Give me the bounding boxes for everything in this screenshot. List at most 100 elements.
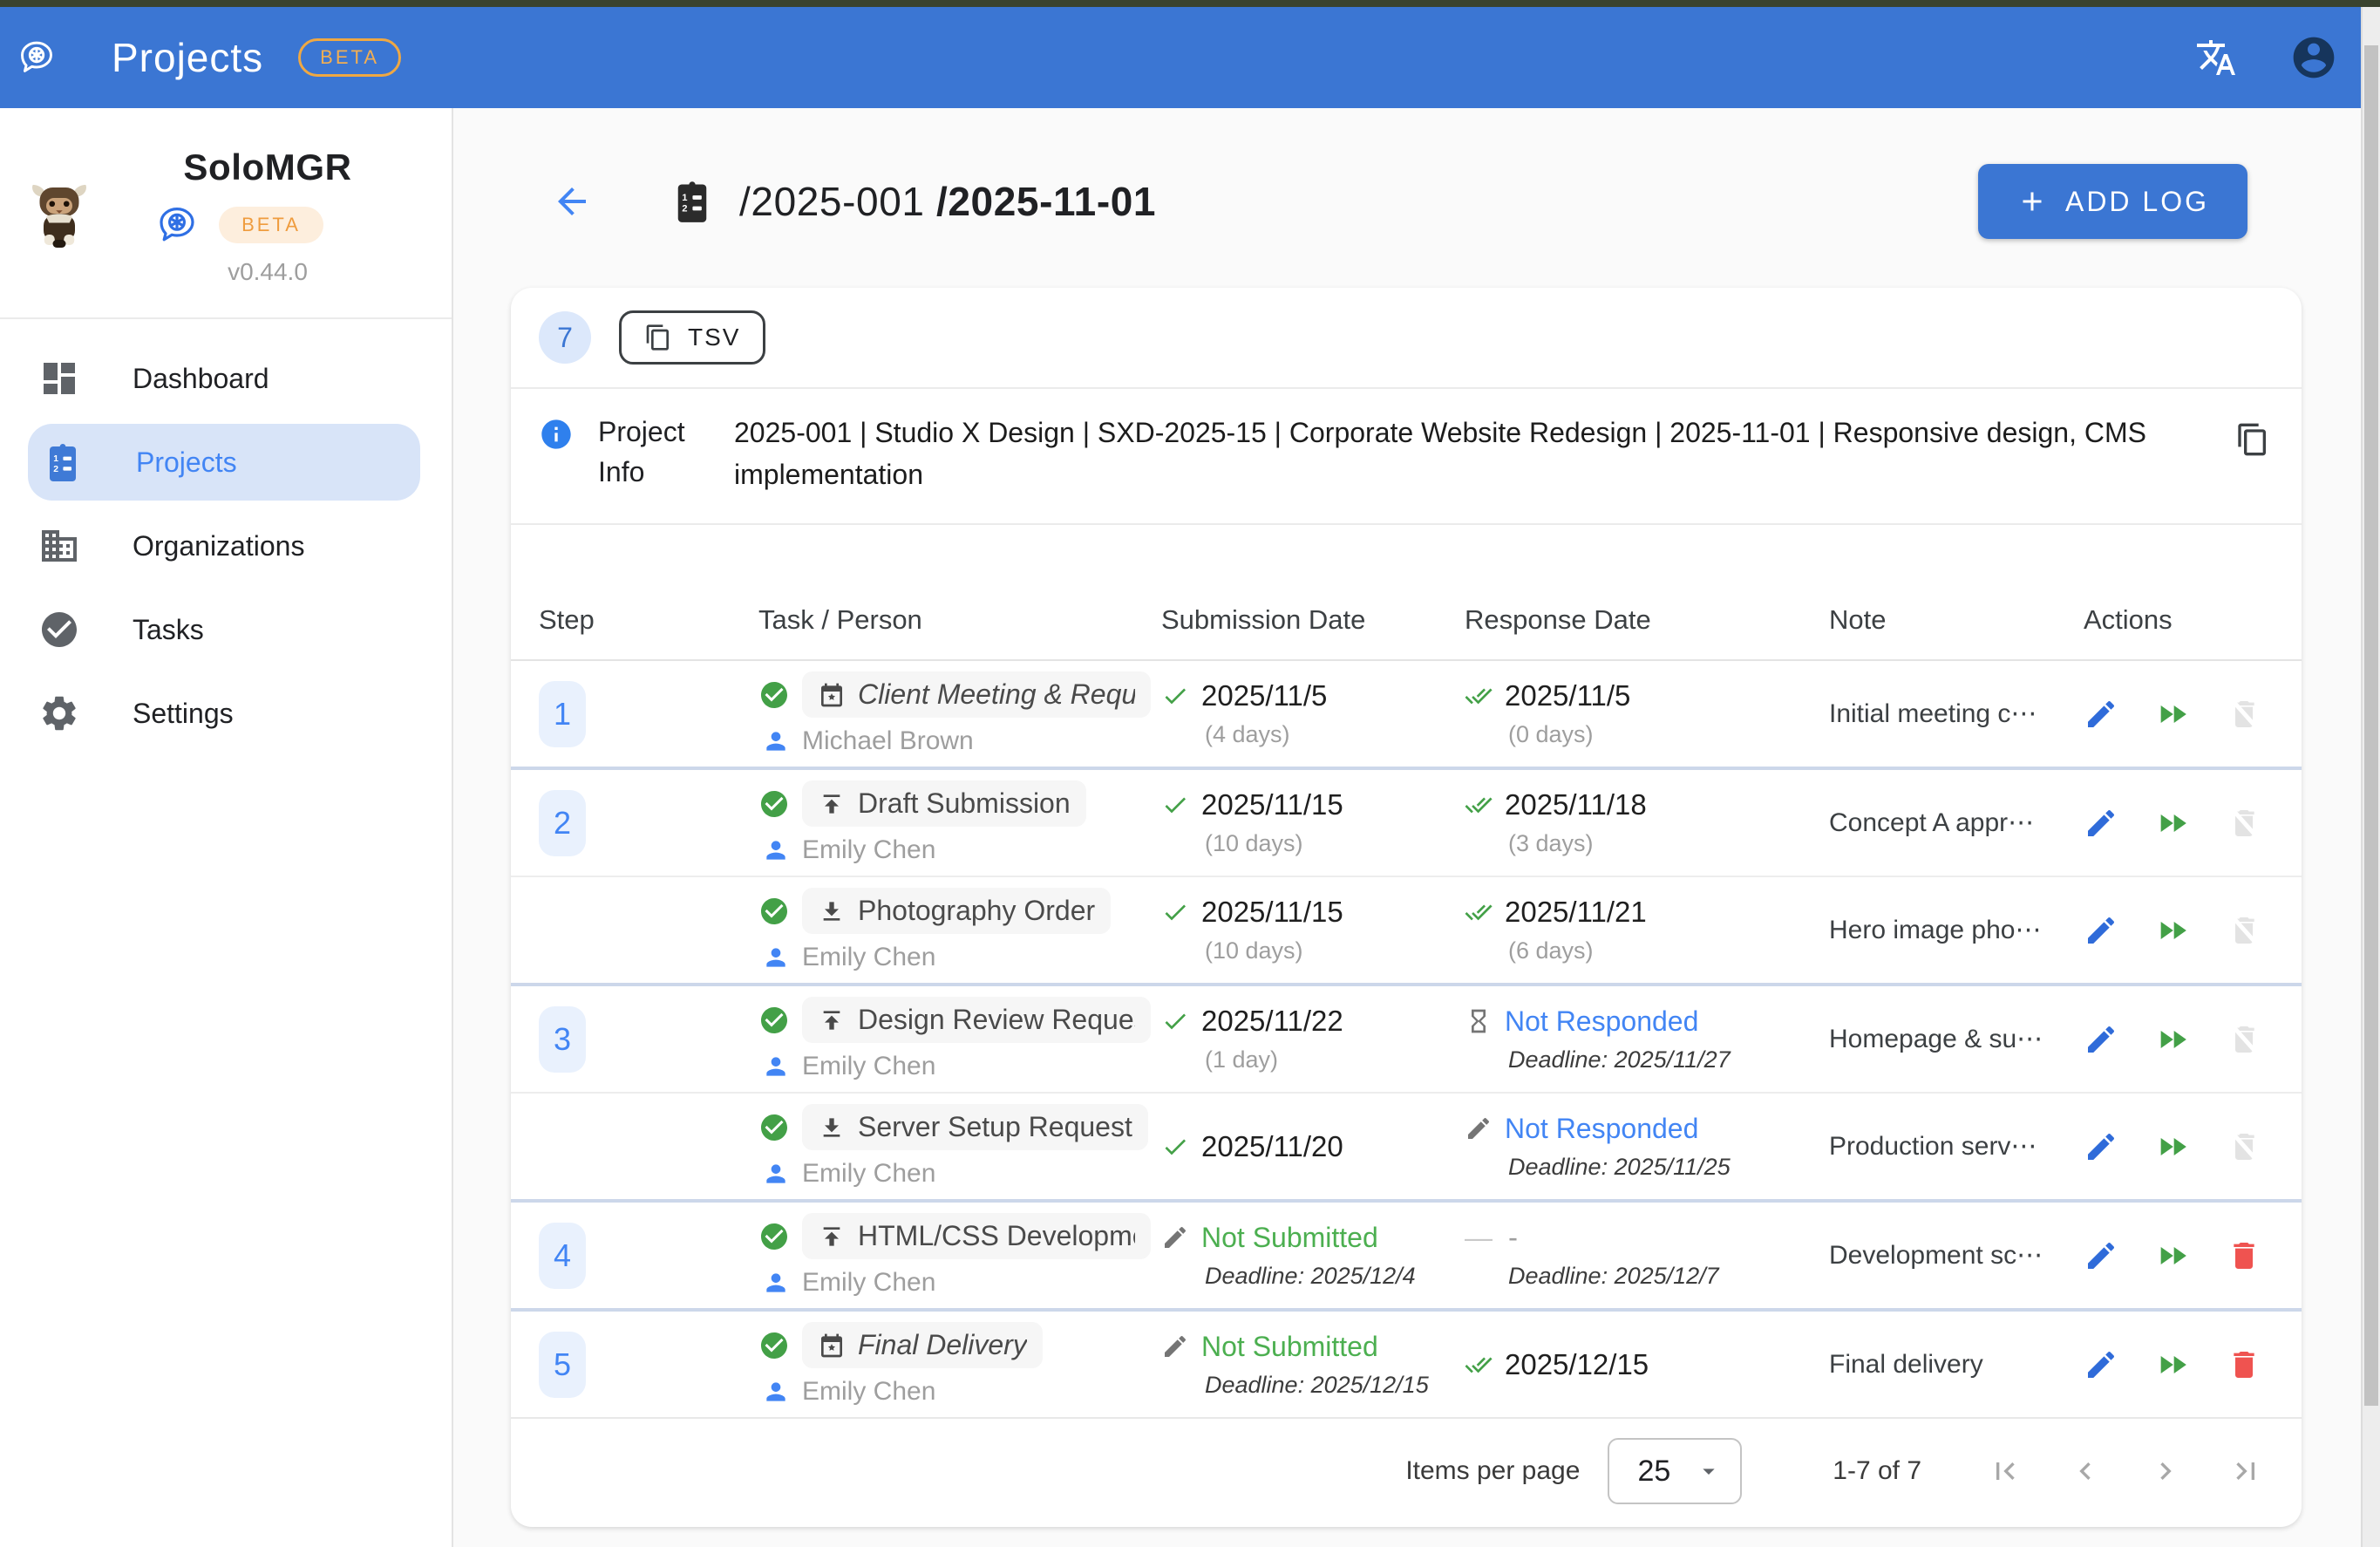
double-check-icon: [1465, 898, 1493, 926]
forward-button[interactable]: [2155, 806, 2190, 841]
submission-detail: (4 days): [1205, 721, 1465, 748]
sidebar-nav: Dashboard12ProjectsOrganizationsTasks Set…: [0, 319, 452, 773]
task-chip[interactable]: Server Setup Request: [802, 1104, 1148, 1150]
forward-button[interactable]: [2155, 913, 2190, 948]
response-status[interactable]: Not Responded: [1505, 1005, 1698, 1038]
app-version: v0.44.0: [228, 258, 308, 286]
trash-icon: [2227, 1347, 2261, 1382]
task-chip[interactable]: Draft Submission: [802, 780, 1086, 827]
table-row: 2Draft SubmissionEmily Chen2025/11/15(10…: [511, 767, 2302, 876]
table-row: 4HTML/CSS DevelopmeEmily ChenNot Submitt…: [511, 1199, 2302, 1308]
column-header-note: Note: [1829, 604, 2084, 636]
edit-button[interactable]: [2084, 913, 2118, 948]
pencil-icon: [2084, 1129, 2118, 1164]
step-badge: 1: [539, 681, 586, 747]
delete-button[interactable]: [2227, 1347, 2261, 1382]
download-icon: [818, 897, 846, 925]
forward-button[interactable]: [2155, 1347, 2190, 1382]
edit-button[interactable]: [2084, 697, 2118, 732]
check-icon: [1161, 1133, 1189, 1161]
scrollbar-thumb[interactable]: [2364, 45, 2378, 1406]
plus-icon: [2016, 186, 2048, 217]
upload-icon: [818, 1006, 846, 1034]
pencil-icon: [1465, 1114, 1493, 1142]
column-header-actions: Actions: [2084, 604, 2302, 636]
previous-page-button[interactable]: [2068, 1454, 2103, 1489]
delete-button: [2227, 1129, 2261, 1164]
task-chip[interactable]: Client Meeting & Requ: [802, 671, 1151, 718]
project-info-row: Project Info 2025-001 | Studio X Design …: [511, 387, 2302, 525]
step-badge: 3: [539, 1006, 586, 1073]
copy-tsv-button[interactable]: TSV: [619, 310, 765, 365]
task-status-check-circle-icon: [758, 1112, 790, 1143]
edit-button[interactable]: [2084, 1129, 2118, 1164]
edit-button[interactable]: [2084, 1347, 2118, 1382]
sidebar-item-dashboard[interactable]: Dashboard: [0, 337, 452, 420]
cell-response: 2025/11/5(0 days): [1465, 679, 1829, 748]
person-name: Emily Chen: [802, 943, 935, 972]
delete-button[interactable]: [2227, 1238, 2261, 1273]
sidebar-item-label: Settings: [133, 698, 234, 730]
sidebar-item-projects[interactable]: 12Projects: [28, 424, 420, 501]
submission-status[interactable]: Not Submitted: [1201, 1331, 1378, 1363]
add-log-button[interactable]: ADD LOG: [1978, 164, 2247, 239]
log-table-card: 7 TSV Project Info 2025-001 | Studio X D…: [511, 288, 2302, 1527]
edit-button[interactable]: [2084, 1022, 2118, 1057]
pencil-icon: [2084, 697, 2118, 732]
page-size-value: 25: [1637, 1455, 1670, 1489]
app-bar: Projects BETA: [0, 7, 2380, 108]
info-icon[interactable]: [539, 417, 574, 452]
forward-button[interactable]: [2155, 697, 2190, 732]
task-chip[interactable]: Final Delivery: [802, 1322, 1043, 1368]
dashboard-icon: [38, 358, 80, 399]
pencil-icon: [1161, 1223, 1189, 1251]
caret-down-icon: [1695, 1457, 1723, 1485]
task-label: Final Delivery: [858, 1329, 1027, 1361]
first-page-button[interactable]: [1988, 1454, 2023, 1489]
avatar: [28, 180, 91, 253]
svg-text:2: 2: [53, 465, 58, 474]
dash-icon: —: [1465, 1222, 1496, 1254]
task-chip[interactable]: Photography Order: [802, 888, 1111, 934]
edit-button[interactable]: [2084, 1238, 2118, 1273]
cell-response: —-Deadline: 2025/12/7: [1465, 1221, 1829, 1290]
note-text: Initial meeting c⋯: [1829, 699, 2084, 729]
forward-button[interactable]: [2155, 1129, 2190, 1164]
submission-status[interactable]: Not Submitted: [1201, 1222, 1378, 1254]
task-chip[interactable]: Design Review Reques: [802, 997, 1151, 1043]
cell-response: 2025/11/18(3 days): [1465, 788, 1829, 857]
next-page-button[interactable]: [2148, 1454, 2183, 1489]
back-arrow-icon[interactable]: [551, 181, 593, 222]
sidebar-item-settings[interactable]: Settings: [0, 671, 452, 755]
page-title-row: 12 /2025-001 /2025-11-01 ADD LOG: [551, 164, 2314, 239]
check-icon: [1161, 898, 1189, 926]
task-label: Client Meeting & Requ: [858, 678, 1135, 711]
edit-button[interactable]: [2084, 806, 2118, 841]
page-scrollbar[interactable]: [2361, 7, 2380, 1547]
download-icon: [818, 1114, 846, 1142]
translate-icon[interactable]: [2195, 37, 2237, 78]
account-icon[interactable]: [2289, 33, 2338, 82]
forward-button[interactable]: [2155, 1238, 2190, 1273]
page-size-select[interactable]: 25: [1608, 1438, 1742, 1504]
sidebar-item-organizations[interactable]: Organizations: [0, 504, 452, 588]
last-page-button[interactable]: [2228, 1454, 2263, 1489]
card-toolbar: 7 TSV: [511, 288, 2302, 387]
note-text: Homepage & su⋯: [1829, 1024, 2084, 1054]
forward-button[interactable]: [2155, 1022, 2190, 1057]
person-name: Michael Brown: [802, 726, 974, 756]
upload-icon: [818, 1223, 846, 1251]
sidebar-beta-badge: BETA: [219, 207, 323, 243]
sidebar-item-tasks[interactable]: Tasks: [0, 588, 452, 671]
submission-detail: Deadline: 2025/12/15: [1205, 1372, 1465, 1399]
check-icon: [1161, 682, 1189, 710]
person-name: Emily Chen: [802, 1052, 935, 1081]
response-status[interactable]: Not Responded: [1505, 1113, 1698, 1145]
person-icon: [762, 836, 790, 864]
app-name: SoloMGR: [183, 147, 351, 188]
response-detail: Deadline: 2025/12/7: [1508, 1263, 1829, 1290]
task-status-check-circle-icon: [758, 896, 790, 927]
task-chip[interactable]: HTML/CSS Developme: [802, 1213, 1151, 1259]
pencil-icon: [2084, 1022, 2118, 1057]
copy-project-info-button[interactable]: [2235, 422, 2270, 457]
